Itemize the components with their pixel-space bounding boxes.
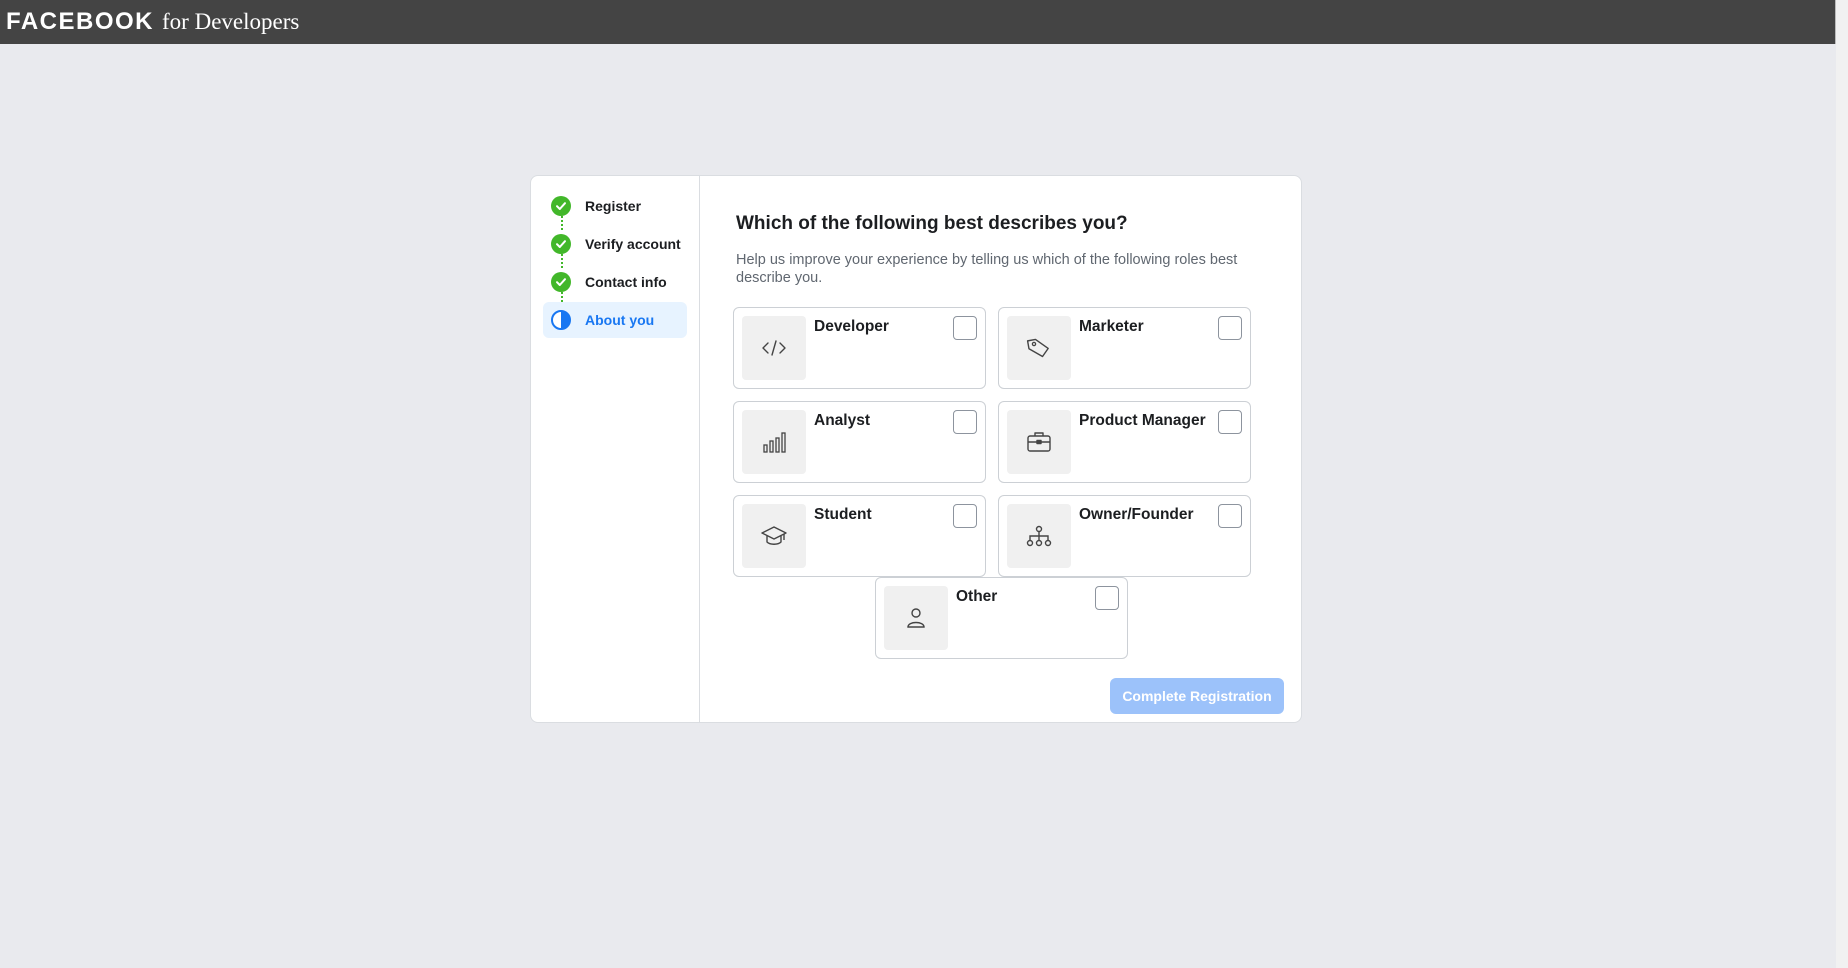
step-contact-info: Contact info xyxy=(543,264,687,306)
role-label: Other xyxy=(956,587,998,605)
role-label: Owner/Founder xyxy=(1079,505,1194,523)
complete-registration-button[interactable]: Complete Registration xyxy=(1110,678,1284,714)
bar-chart-icon xyxy=(742,409,806,474)
role-checkbox[interactable] xyxy=(1218,315,1242,340)
code-icon xyxy=(742,315,806,380)
role-option-product-manager[interactable]: Product Manager xyxy=(998,400,1251,483)
role-checkbox[interactable] xyxy=(953,315,977,340)
role-checkbox[interactable] xyxy=(1095,585,1119,610)
role-label: Marketer xyxy=(1079,317,1144,335)
role-checkbox[interactable] xyxy=(1218,409,1242,434)
checkmark-icon xyxy=(551,234,571,254)
role-label: Developer xyxy=(814,317,889,335)
page-title: Which of the following best describes yo… xyxy=(736,213,1128,234)
person-icon xyxy=(884,585,948,650)
role-label: Analyst xyxy=(814,411,870,429)
org-chart-icon xyxy=(1007,503,1071,568)
page-subtitle: Help us improve your experience by telli… xyxy=(736,251,1238,286)
step-about-you: About you xyxy=(543,302,687,338)
role-option-other[interactable]: Other xyxy=(875,576,1128,659)
checkmark-icon xyxy=(551,196,571,216)
role-option-marketer[interactable]: Marketer xyxy=(998,306,1251,389)
brand-logo[interactable]: FACEBOOK xyxy=(6,8,154,36)
step-label: Register xyxy=(585,198,642,214)
brand-subtitle[interactable]: for Developers xyxy=(162,9,299,35)
step-label: Verify account xyxy=(585,236,681,252)
role-label: Student xyxy=(814,505,872,523)
step-label: Contact info xyxy=(585,274,667,290)
step-verify-account: Verify account xyxy=(543,226,687,268)
role-option-developer[interactable]: Developer xyxy=(733,306,986,389)
registration-card: Register Verify account Contact info Abo… xyxy=(530,175,1302,723)
tag-icon xyxy=(1007,315,1071,380)
checkmark-icon xyxy=(551,272,571,292)
role-label: Product Manager xyxy=(1079,411,1206,429)
role-option-owner-founder[interactable]: Owner/Founder xyxy=(998,494,1251,577)
role-option-analyst[interactable]: Analyst xyxy=(733,400,986,483)
page-scrollbar[interactable] xyxy=(1836,0,1848,968)
step-label: About you xyxy=(585,312,655,328)
steps-sidebar: Register Verify account Contact info Abo… xyxy=(531,176,700,722)
top-nav-bar: FACEBOOK for Developers xyxy=(0,0,1836,44)
graduation-cap-icon xyxy=(742,503,806,568)
role-checkbox[interactable] xyxy=(953,409,977,434)
role-checkbox[interactable] xyxy=(953,503,977,528)
half-progress-icon xyxy=(551,310,571,330)
step-register: Register xyxy=(543,188,687,230)
role-checkbox[interactable] xyxy=(1218,503,1242,528)
role-options: Developer Marketer Analyst Product Manag… xyxy=(733,306,1266,667)
briefcase-icon xyxy=(1007,409,1071,474)
role-option-student[interactable]: Student xyxy=(733,494,986,577)
main-content: Which of the following best describes yo… xyxy=(700,176,1301,722)
